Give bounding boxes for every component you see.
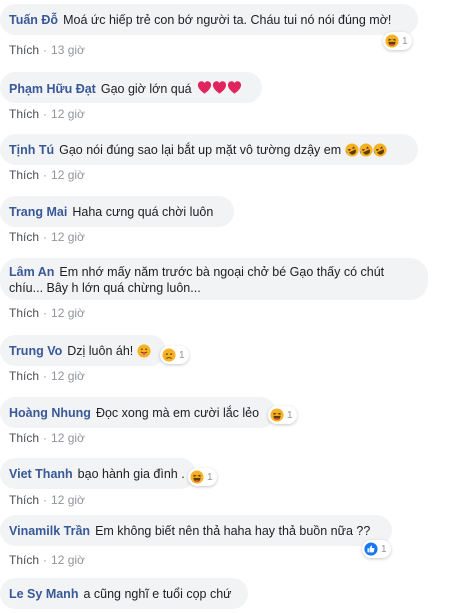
like-link[interactable]: Thích — [9, 43, 39, 57]
comment-timestamp[interactable]: 12 giờ — [51, 168, 85, 182]
comment-author[interactable]: Trung Vo — [9, 344, 62, 358]
like-link[interactable]: Thích — [9, 369, 39, 383]
emoji-group — [137, 344, 151, 362]
comment-actions: Thích · 12 giờ — [9, 306, 85, 320]
comment-timestamp[interactable]: 12 giờ — [51, 431, 85, 445]
comment-author[interactable]: Lâm An — [9, 265, 54, 279]
comment-bubble: Phạm Hữu Đạt Gạo giờ lớn quá — [0, 72, 262, 103]
comment-timestamp[interactable]: 12 giờ — [51, 553, 85, 567]
comment-text: Haha cưng quá chời luôn — [72, 205, 214, 219]
reaction-summary[interactable]: 1 — [188, 468, 217, 486]
comment-timestamp[interactable]: 12 giờ — [51, 107, 85, 121]
heart-icon — [212, 80, 227, 95]
comment-text: Em nhớ mấy năm trước bà ngoại chở bé Gạo… — [59, 265, 385, 279]
tongue-out-icon — [137, 344, 151, 358]
haha-icon — [385, 34, 399, 48]
comment-bubble: Hoàng Nhung Đọc xong mà em cười lắc lẻo — [0, 397, 276, 428]
emoji-group — [345, 143, 387, 161]
like-link[interactable]: Thích — [9, 493, 39, 507]
comment-timestamp[interactable]: 12 giờ — [51, 306, 85, 320]
rofl-icon — [373, 143, 387, 157]
comment-bubble: Lâm An Em nhớ mấy năm trước bà ngoại chở … — [0, 258, 428, 300]
comment-author[interactable]: Hoàng Nhung — [9, 406, 91, 420]
comment-actions: Thích · 12 giờ — [9, 553, 85, 567]
comment-text: bạo hành gia đình . — [77, 467, 185, 481]
like-link[interactable]: Thích — [9, 306, 39, 320]
comment-actions: Thích · 12 giờ — [9, 107, 85, 121]
haha-icon — [270, 408, 284, 422]
comment-actions: Thích · 13 giờ — [9, 43, 85, 57]
comment-actions: Thích · 12 giờ — [9, 230, 85, 244]
like-link[interactable]: Thích — [9, 553, 39, 567]
reaction-summary[interactable]: 1 — [362, 540, 391, 558]
reaction-summary[interactable]: 1 — [160, 346, 189, 364]
like-link[interactable]: Thích — [9, 107, 39, 121]
comment-text: Gạo giờ lớn quá — [100, 81, 192, 96]
rofl-icon — [345, 143, 359, 157]
comment-timestamp[interactable]: 12 giờ — [51, 493, 85, 507]
comment-text: Dzị luôn áh! — [67, 344, 134, 358]
like-link[interactable]: Thích — [9, 431, 39, 445]
like-link[interactable]: Thích — [9, 230, 39, 244]
reaction-summary[interactable]: 1 — [383, 32, 412, 50]
comment-actions: Thích · 12 giờ — [9, 431, 85, 445]
reaction-summary[interactable]: 1 — [268, 406, 297, 424]
comment-text: a cũng nghĩ e tuổi cọp chứ — [83, 587, 232, 601]
comment-bubble: Tịnh Tú Gạo nói đúng sao lại bắt up mặt v… — [0, 134, 418, 165]
comment-text: Gạo nói đúng sao lại bắt up mặt vô tường… — [59, 143, 342, 157]
reaction-count: 1 — [381, 543, 387, 555]
comment-bubble: Trang Mai Haha cưng quá chời luôn — [0, 196, 234, 227]
comment-actions: Thích · 12 giờ — [9, 168, 85, 182]
comment-timestamp[interactable]: 12 giờ — [51, 369, 85, 383]
comment-bubble: Trung Vo Dzị luôn áh! — [0, 335, 166, 366]
comment-timestamp[interactable]: 13 giờ — [51, 43, 85, 57]
comment-text: Đọc xong mà em cười lắc lẻo — [95, 406, 260, 420]
comment-bubble: Viet Thanh bạo hành gia đình . — [0, 458, 196, 489]
heart-icon — [197, 80, 212, 95]
comment-author[interactable]: Phạm Hữu Đạt — [9, 82, 96, 96]
comment-bubble: Tuấn Đỗ Moá ức hiếp trẻ con bớ người ta. … — [0, 4, 418, 35]
reaction-count: 1 — [207, 471, 213, 483]
reaction-count: 1 — [402, 35, 408, 47]
heart-icon — [227, 80, 242, 95]
reaction-count: 1 — [179, 349, 185, 361]
comment-author[interactable]: Trang Mai — [9, 205, 67, 219]
comment-actions: Thích · 12 giờ — [9, 493, 85, 507]
like-icon — [364, 542, 378, 556]
emoji-group — [197, 80, 242, 99]
comment-text: Em không biết nên thả haha hay thả buồn … — [95, 524, 371, 538]
comment-bubble: Vinamilk Trần Em không biết nên thả haha … — [0, 515, 392, 546]
like-link[interactable]: Thích — [9, 168, 39, 182]
comment-author[interactable]: Tuấn Đỗ — [9, 13, 58, 27]
haha-icon — [190, 470, 204, 484]
comment-timestamp[interactable]: 12 giờ — [51, 230, 85, 244]
comment-actions: Thích · 12 giờ — [9, 369, 85, 383]
reaction-count: 1 — [287, 409, 293, 421]
sad-icon — [162, 348, 176, 362]
comment-text-line2: chíu... Bây h lớn quá chừng luôn... — [9, 281, 201, 295]
comment-text: Moá ức hiếp trẻ con bớ người ta. Cháu tu… — [63, 13, 392, 27]
comment-author[interactable]: Viet Thanh — [9, 467, 73, 481]
comment-author[interactable]: Vinamilk Trần — [9, 524, 90, 538]
rofl-icon — [359, 143, 373, 157]
comment-author[interactable]: Tịnh Tú — [9, 143, 54, 157]
comment-bubble: Le Sy Manh a cũng nghĩ e tuổi cọp chứ — [0, 578, 248, 609]
comment-author[interactable]: Le Sy Manh — [9, 587, 78, 601]
